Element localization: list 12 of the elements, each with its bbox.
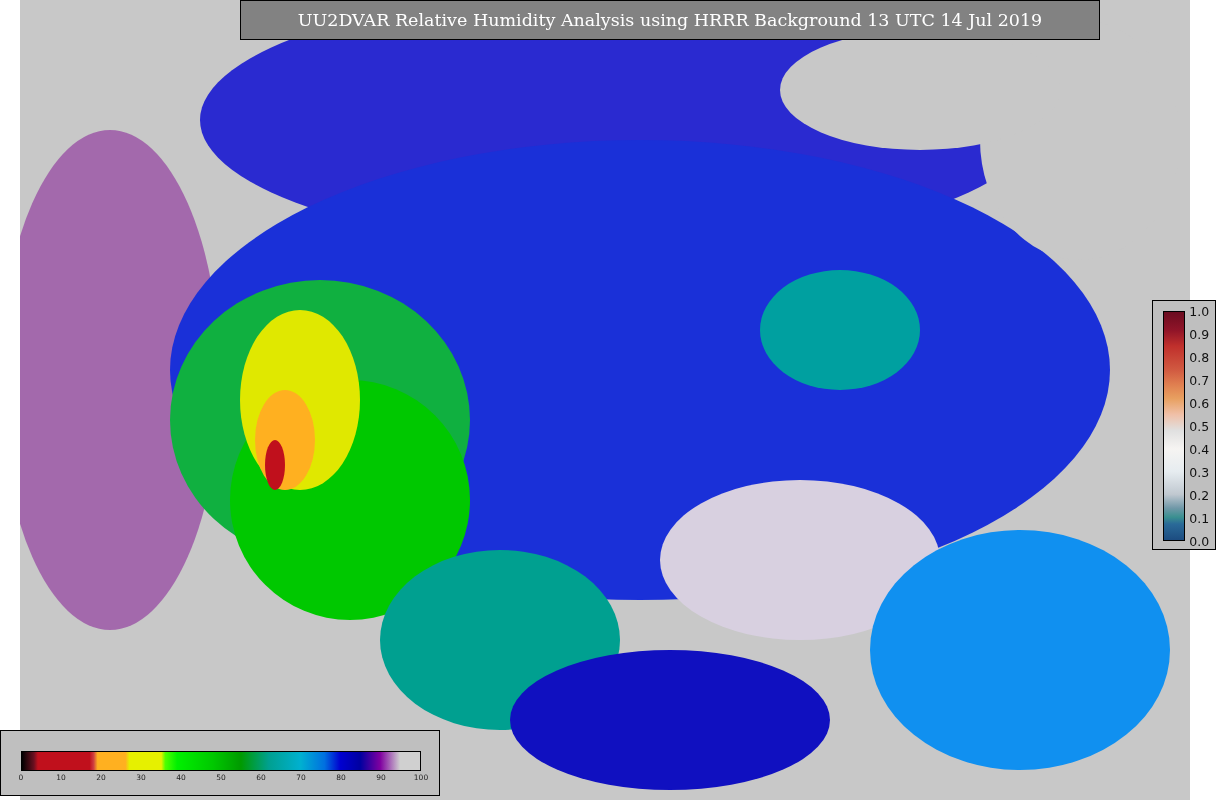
tick-label: 0.2 (1189, 487, 1210, 503)
tick-label: 0.9 (1189, 326, 1210, 342)
tick-label: 0.8 (1189, 349, 1210, 365)
tick-label: 1.0 (1189, 303, 1210, 319)
tick-label: 0.7 (1189, 372, 1210, 388)
tick-label: 0.4 (1189, 441, 1210, 457)
map-title: UU2DVAR Relative Humidity Analysis using HRRR Background 13 UTC 14 Jul 2019 (240, 0, 1100, 40)
tick-label: 0.3 (1189, 464, 1210, 480)
tick-label: 0.0 (1189, 533, 1210, 549)
tick-label: 0.1 (1189, 510, 1210, 526)
tick-label: 0.6 (1189, 395, 1210, 411)
tick-label: 0.5 (1189, 418, 1210, 434)
